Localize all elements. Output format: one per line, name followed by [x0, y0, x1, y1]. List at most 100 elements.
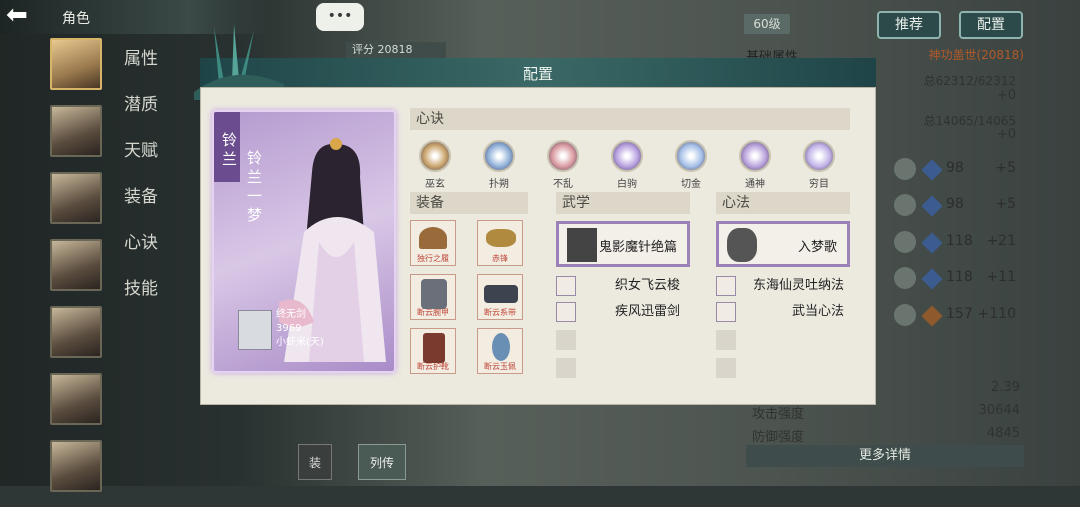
equip-slot[interactable]: 断云玉佩 — [477, 328, 523, 374]
wuxue-item[interactable]: 疾风迅雷剑 — [556, 302, 686, 322]
biography-button[interactable]: 列传 — [358, 444, 406, 480]
wuxue-main-name: 鬼影魔针绝篇 — [598, 240, 677, 255]
score-label: 评分 20818 — [346, 42, 446, 58]
equip-name: 断云玉佩 — [484, 362, 516, 371]
modal-title: 配置 — [522, 65, 553, 83]
recommend-button[interactable]: 推荐 — [877, 11, 941, 39]
stat-row: 98 +5 — [894, 158, 1024, 181]
stat-delta: +21 — [986, 233, 1016, 249]
xinjue-slot[interactable]: 不乱 — [543, 140, 583, 190]
xinjue-label: 通神 — [745, 179, 765, 190]
xinfa-main-slot[interactable]: 入梦歌 — [716, 221, 850, 267]
stat-value: 98 — [946, 160, 964, 176]
empty-slot[interactable] — [556, 358, 576, 378]
defense-value: 4845 — [986, 426, 1020, 441]
mp-delta: +0 — [996, 127, 1016, 142]
character-portrait[interactable] — [50, 373, 102, 425]
more-details-button[interactable]: 更多详情 — [746, 445, 1024, 467]
xinfa-section-header: 心法 — [716, 192, 850, 214]
wuxue-section-header: 武学 — [556, 192, 690, 214]
nav-item-equipment[interactable]: 装备 — [124, 182, 158, 228]
xinjue-label: 切金 — [681, 179, 701, 190]
stat-row: 118 +11 — [894, 267, 1024, 290]
stat-delta: +11 — [986, 269, 1016, 285]
xinjue-label: 穷目 — [809, 179, 829, 190]
hp-total: 总62312/62312 — [923, 74, 1016, 88]
xinjue-slot[interactable]: 扑朔 — [479, 140, 519, 190]
xinjue-slot[interactable]: 穷目 — [799, 140, 839, 190]
equip-name: 赤锋 — [492, 254, 508, 263]
skill-icon — [556, 276, 576, 296]
equip-slot[interactable]: 赤锋 — [477, 220, 523, 266]
attack-label: 攻击强度 — [752, 407, 805, 422]
knuckles-icon — [486, 229, 516, 247]
character-portrait[interactable] — [50, 239, 102, 291]
character-portrait[interactable] — [50, 38, 102, 90]
character-card[interactable]: 铃兰 铃兰一梦 终无剑 3969 小虾米(天) — [212, 110, 396, 373]
xinjue-orb-icon — [675, 140, 707, 172]
stat-row: 118 +21 — [894, 231, 1024, 254]
wuxue-main-slot[interactable]: 鬼影魔针绝篇 — [556, 221, 690, 267]
nav-item-xinjue[interactable]: 心诀 — [124, 228, 158, 274]
config-button[interactable]: 配置 — [959, 11, 1023, 39]
defense-label: 防御强度 — [752, 430, 805, 445]
qimen-stat-icon — [894, 194, 916, 216]
skill-icon — [716, 276, 736, 296]
sword-stat-icon — [894, 158, 916, 180]
wuxue-item[interactable]: 织女飞云梭 — [556, 276, 686, 296]
fortune-stat-icon — [894, 267, 916, 289]
stat-delta: +110 — [977, 306, 1016, 322]
character-portrait[interactable] — [50, 440, 102, 492]
xinjue-label: 白驹 — [617, 179, 637, 190]
card-title: 铃兰一梦 — [245, 150, 263, 226]
character-portrait-list — [50, 38, 104, 507]
character-portrait[interactable] — [50, 306, 102, 358]
page-title: 角色 — [62, 11, 90, 27]
card-name-tag: 铃兰 — [214, 112, 240, 182]
xinjue-slot[interactable]: 白驹 — [607, 140, 647, 190]
boots-icon — [423, 333, 445, 363]
xinfa-item[interactable]: 东海仙灵吐纳法 — [716, 276, 850, 296]
chat-bubble-button[interactable]: ••• — [316, 3, 364, 31]
stat-delta: +5 — [995, 196, 1016, 212]
empty-slot[interactable] — [716, 330, 736, 350]
xinjue-orb-icon — [803, 140, 835, 172]
stat-row: 98 +5 — [894, 194, 1024, 217]
empty-slot[interactable] — [716, 358, 736, 378]
xinjue-slot[interactable]: 巫玄 — [415, 140, 455, 190]
back-arrow-icon[interactable]: ⬅ — [6, 2, 50, 29]
stat-value: 118 — [946, 233, 973, 249]
diamond-icon — [921, 232, 943, 254]
xinjue-slot[interactable]: 切金 — [671, 140, 711, 190]
stat-delta: +5 — [995, 160, 1016, 176]
xinfa-main-name: 入梦歌 — [797, 240, 837, 255]
nav-item-talent[interactable]: 天赋 — [124, 136, 158, 182]
xinjue-orb-icon — [739, 140, 771, 172]
nav-item-skills[interactable]: 技能 — [124, 274, 158, 320]
nav-item-attributes[interactable]: 属性 — [124, 44, 158, 90]
rank-label: 神功盖世(20818) — [928, 48, 1024, 62]
equip-tab-button[interactable]: 装 — [298, 444, 332, 480]
xinfa-item[interactable]: 武当心法 — [716, 302, 850, 322]
skill-name: 疾风迅雷剑 — [614, 304, 680, 319]
stat-value-extra: 2.39 — [991, 380, 1020, 395]
diamond-icon — [921, 268, 943, 290]
diamond-icon — [921, 195, 943, 217]
xinjue-label: 巫玄 — [425, 179, 445, 190]
equip-name: 断云系带 — [484, 308, 516, 317]
character-portrait[interactable] — [50, 105, 102, 157]
bottom-icons: 装 列传 — [298, 440, 418, 486]
stat-value: 98 — [946, 196, 964, 212]
character-portrait[interactable] — [50, 172, 102, 224]
armor-icon — [421, 279, 447, 309]
modal-header: 配置 — [200, 58, 876, 88]
attack-value: 30644 — [978, 403, 1020, 418]
equip-slot[interactable]: 独行之履 — [410, 220, 456, 266]
xinjue-slot[interactable]: 通神 — [735, 140, 775, 190]
equip-slot[interactable]: 断云护靴 — [410, 328, 456, 374]
equip-slot[interactable]: 断云系带 — [477, 274, 523, 320]
nav-item-potential[interactable]: 潜质 — [124, 90, 158, 136]
equip-slot[interactable]: 断云腕甲 — [410, 274, 456, 320]
master-nickname: 小虾米(天) — [276, 337, 324, 348]
empty-slot[interactable] — [556, 330, 576, 350]
